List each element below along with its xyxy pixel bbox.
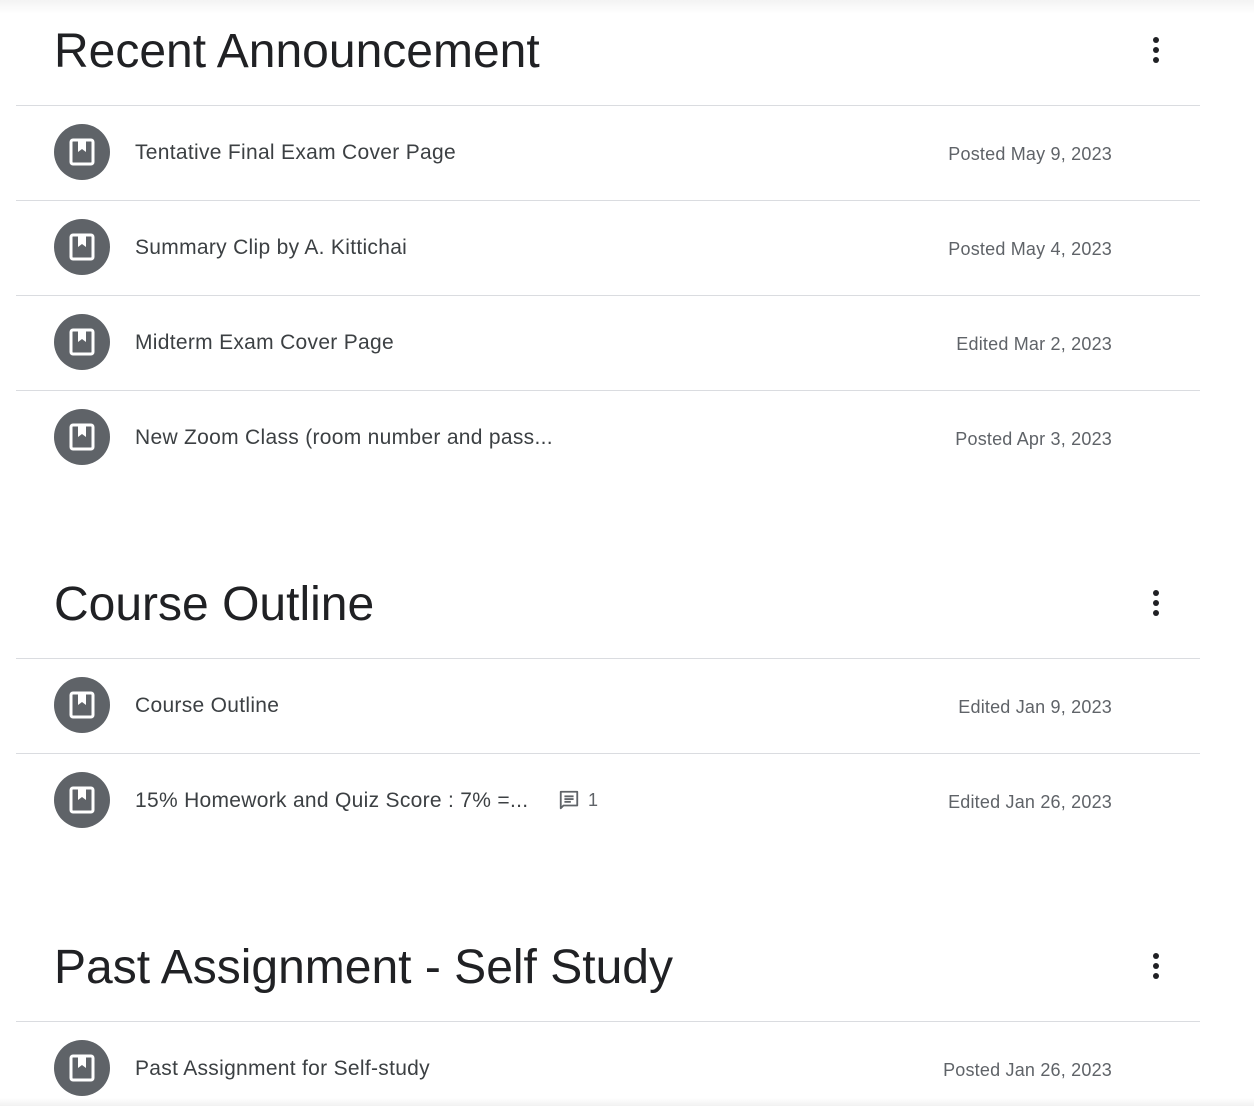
material-title: Tentative Final Exam Cover Page [135,141,456,164]
more-vert-icon-dot [1153,973,1159,979]
material-title: Midterm Exam Cover Page [135,331,394,354]
material-date: Posted May 9, 2023 [948,144,1112,164]
material-item[interactable]: 15% Homework and Quiz Score : 7% =... 1 … [16,754,1200,848]
material-title: Past Assignment for Self-study [135,1057,430,1080]
more-vert-icon-dot [1153,57,1159,63]
section-header: Course Outline [16,567,1200,657]
material-list: Course Outline Edited Jan 9, 2023 15% Ho… [16,659,1200,848]
material-date: Posted Jan 26, 2023 [943,1060,1112,1080]
section-menu-button[interactable] [1140,583,1172,623]
more-vert-icon [1153,953,1159,959]
top-edge-shadow [0,0,1254,14]
section-title: Course Outline [54,578,375,631]
material-title: Course Outline [135,694,280,717]
more-vert-icon [1153,590,1159,596]
more-vert-icon [1153,37,1159,43]
material-icon [54,314,110,370]
more-vert-icon-dot [1153,600,1159,606]
material-item[interactable]: Midterm Exam Cover Page Edited Mar 2, 20… [16,296,1200,391]
material-icon [54,124,110,180]
comment-count: 1 [588,790,599,810]
comment-icon [559,790,579,810]
material-item[interactable]: Summary Clip by A. Kittichai Posted May … [16,201,1200,296]
more-vert-icon-dot [1153,963,1159,969]
material-list: Tentative Final Exam Cover Page Posted M… [16,106,1200,485]
material-title: New Zoom Class (room number and pass... [135,426,553,449]
material-icon [54,409,110,465]
more-vert-icon-dot [1153,610,1159,616]
more-vert-icon-dot [1153,47,1159,53]
material-date: Posted Apr 3, 2023 [955,429,1112,449]
material-icon [54,677,110,733]
section-menu-button[interactable] [1140,946,1172,986]
section-title: Recent Announcement [54,25,540,78]
comment-indicator[interactable]: 1 [558,789,598,811]
section-recent-announcement: Recent Announcement Tentative Final Exam… [16,14,1200,485]
material-item[interactable]: Tentative Final Exam Cover Page Posted M… [16,106,1200,201]
section-course-outline: Course Outline Course Outline Edited Jan… [16,567,1200,848]
material-item[interactable]: Course Outline Edited Jan 9, 2023 [16,659,1200,754]
section-title: Past Assignment - Self Study [54,941,673,994]
material-icon [54,219,110,275]
material-date: Posted May 4, 2023 [948,239,1112,259]
material-date: Edited Jan 9, 2023 [958,697,1112,717]
material-icon [54,1040,110,1096]
section-menu-button[interactable] [1140,30,1172,70]
section-header: Recent Announcement [16,14,1200,104]
material-date: Edited Jan 26, 2023 [948,792,1112,812]
material-icon [54,772,110,828]
bottom-edge-shadow [0,1098,1254,1106]
material-date: Edited Mar 2, 2023 [956,334,1112,354]
section-past-assignment: Past Assignment - Self Study Past Assign… [16,930,1200,1116]
material-title: 15% Homework and Quiz Score : 7% =... [135,789,529,812]
material-title: Summary Clip by A. Kittichai [135,236,408,259]
material-item[interactable]: New Zoom Class (room number and pass... … [16,391,1200,485]
section-header: Past Assignment - Self Study [16,930,1200,1020]
